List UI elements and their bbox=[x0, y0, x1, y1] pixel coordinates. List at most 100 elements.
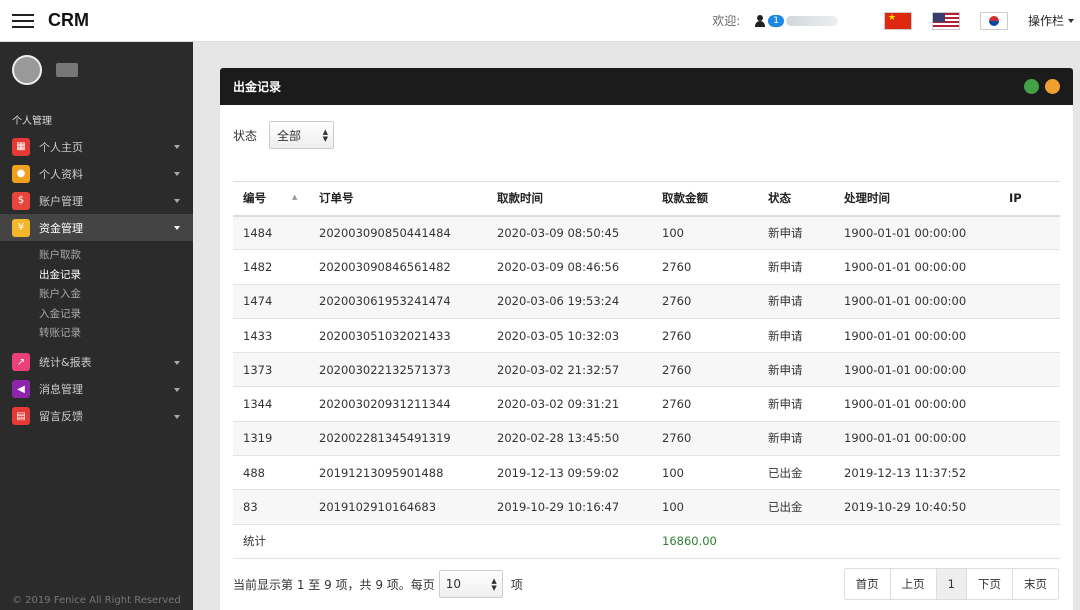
page-size-select[interactable]: 10 ▲ ▼ bbox=[438, 570, 503, 598]
table-cell bbox=[999, 318, 1060, 354]
table-row: 1474 202003061953241474 2020-03-06 19:53:2… bbox=[233, 284, 1060, 319]
table-cell: 202003022132571373 bbox=[309, 352, 487, 388]
table-cell: 100 bbox=[652, 489, 758, 525]
panel-header: 出金记录 bbox=[220, 68, 1073, 105]
page-size-unit: 项 bbox=[510, 577, 523, 592]
sidebar-item-funds[interactable]: ¥ 资金管理 bbox=[0, 214, 193, 241]
chevron-down-icon bbox=[174, 145, 180, 149]
table-cell bbox=[999, 215, 1060, 251]
table-cell: 202003090850441484 bbox=[309, 215, 487, 251]
sidebar-footer: © 2019 Fenice All Right Reserved bbox=[12, 595, 181, 606]
sidebar-item-label: 个人主页 bbox=[39, 140, 83, 154]
flag-cn-icon[interactable] bbox=[883, 11, 912, 30]
records-table: 编号 ▲ 订单号 取款时间 取款金额 状态 处理时间 IP 1484 2020030… bbox=[233, 181, 1060, 559]
table-cell: 2020-03-02 21:32:57 bbox=[487, 352, 652, 388]
table-cell: 2020-02-28 13:45:50 bbox=[487, 421, 652, 457]
table-cell: 2020-03-02 09:31:21 bbox=[487, 386, 652, 422]
records-table-body: 1484 202003090850441484 2020-03-09 08:50:4… bbox=[233, 215, 1060, 559]
table-cell bbox=[999, 489, 1060, 525]
table-cell: 1900-01-01 00:00:00 bbox=[834, 352, 999, 388]
table-cell: 488 bbox=[233, 455, 309, 491]
select-arrows-icon: ▲ ▼ bbox=[322, 128, 329, 143]
sidebar-section-title: 个人管理 bbox=[12, 116, 52, 127]
status-select[interactable]: 全部 ▲ ▼ bbox=[269, 121, 335, 149]
status-filter-label: 状态 bbox=[233, 128, 258, 143]
table-cell: 2760 bbox=[652, 249, 758, 285]
sort-icon[interactable]: ▲ bbox=[292, 193, 297, 201]
table-cell: 202003061953241474 bbox=[309, 284, 487, 319]
table-cell: 83 bbox=[233, 489, 309, 525]
table-cell: 新申请 bbox=[758, 386, 834, 422]
sidebar-item-account[interactable]: $ 账户管理 bbox=[0, 187, 193, 214]
col-status[interactable]: 状态 bbox=[758, 181, 834, 217]
pager-last[interactable]: 末页 bbox=[1013, 569, 1058, 599]
submenu-withdraw-records[interactable]: 出金记录 bbox=[39, 265, 193, 285]
submenu-withdraw[interactable]: 账户取款 bbox=[39, 245, 193, 265]
sidebar-item-label: 统计&报表 bbox=[39, 356, 92, 369]
submenu-transfer-records[interactable]: 转账记录 bbox=[39, 323, 193, 343]
col-process-time[interactable]: 处理时间 bbox=[834, 181, 999, 217]
table-cell bbox=[487, 524, 652, 559]
user-name bbox=[785, 15, 838, 26]
table-cell: 2020-03-05 10:32:03 bbox=[487, 318, 652, 354]
table-cell: 已出金 bbox=[758, 455, 834, 491]
table-cell: 2019-12-13 11:37:52 bbox=[834, 455, 999, 491]
table-cell: 新申请 bbox=[758, 284, 834, 319]
table-cell: 2019-10-29 10:40:50 bbox=[834, 489, 999, 525]
chevron-down-icon bbox=[174, 199, 180, 203]
table-cell: 1373 bbox=[233, 352, 309, 388]
col-order-no[interactable]: 订单号 bbox=[309, 181, 487, 217]
table-cell bbox=[999, 249, 1060, 285]
table-cell: 1344 bbox=[233, 386, 309, 422]
table-cell: 2020-03-09 08:46:56 bbox=[487, 249, 652, 285]
table-cell: 新申请 bbox=[758, 352, 834, 388]
flag-kr-icon[interactable] bbox=[979, 11, 1008, 30]
user-icon bbox=[754, 14, 766, 27]
sidebar-item-label: 个人资料 bbox=[39, 167, 83, 181]
select-arrows-icon: ▲ ▼ bbox=[491, 577, 497, 592]
table-row: 1482 202003090846561482 2020-03-09 08:46:5… bbox=[233, 249, 1060, 285]
funds-submenu: 账户取款 出金记录 账户入金 入金记录 转账记录 bbox=[0, 241, 193, 349]
table-cell: 202003051032021433 bbox=[309, 318, 487, 354]
ops-menu[interactable]: 操作栏 bbox=[1028, 12, 1074, 29]
col-ip[interactable]: IP bbox=[999, 181, 1060, 217]
col-id[interactable]: 编号 ▲ bbox=[233, 181, 309, 217]
sidebar-item-messages[interactable]: ◀ 消息管理 bbox=[0, 376, 193, 403]
table-cell bbox=[309, 524, 487, 559]
menu-icon[interactable] bbox=[12, 13, 34, 28]
table-cell: 2760 bbox=[652, 421, 758, 457]
sidebar-item-feedback[interactable]: ▤ 留言反馈 bbox=[0, 403, 193, 430]
flag-us-icon[interactable] bbox=[931, 11, 960, 30]
table-cell: 1319 bbox=[233, 421, 309, 457]
table-cell: 202002281345491319 bbox=[309, 421, 487, 457]
pager-next[interactable]: 下页 bbox=[967, 569, 1013, 599]
table-cell: 1484 bbox=[233, 215, 309, 251]
table-cell: 新申请 bbox=[758, 249, 834, 285]
pager-prev[interactable]: 上页 bbox=[891, 569, 937, 599]
table-cell: 202003090846561482 bbox=[309, 249, 487, 285]
sidebar-item-label: 账户管理 bbox=[39, 194, 83, 208]
status-filter: 状态 全部 ▲ ▼ bbox=[220, 105, 1073, 149]
collapse-icon[interactable] bbox=[1045, 79, 1060, 94]
table-row: 1373 202003022132571373 2020-03-02 21:32:5… bbox=[233, 352, 1060, 388]
submenu-deposit[interactable]: 账户入金 bbox=[39, 284, 193, 304]
table-cell: 1900-01-01 00:00:00 bbox=[834, 318, 999, 354]
sidebar-item-label: 消息管理 bbox=[39, 383, 83, 396]
table-cell: 1900-01-01 00:00:00 bbox=[834, 249, 999, 285]
table-cell bbox=[999, 386, 1060, 422]
table-cell bbox=[999, 421, 1060, 457]
submenu-deposit-records[interactable]: 入金记录 bbox=[39, 304, 193, 324]
table-cell: 2020-03-06 19:53:24 bbox=[487, 284, 652, 319]
col-withdraw-time[interactable]: 取款时间 bbox=[487, 181, 652, 217]
sidebar-item-reports[interactable]: ↗ 统计&报表 bbox=[0, 349, 193, 376]
avatar[interactable] bbox=[12, 55, 42, 85]
expand-icon[interactable] bbox=[1024, 79, 1039, 94]
pager-page-1[interactable]: 1 bbox=[936, 569, 967, 599]
sidebar-item-home[interactable]: ▦ 个人主页 bbox=[0, 133, 193, 160]
table-row: 1344 202003020931211344 2020-03-02 09:31:2… bbox=[233, 386, 1060, 422]
pager-first[interactable]: 首页 bbox=[845, 569, 891, 599]
brand-logo: CRM bbox=[48, 10, 89, 30]
col-amount[interactable]: 取款金额 bbox=[652, 181, 758, 217]
table-cell: 2760 bbox=[652, 318, 758, 354]
sidebar-item-profile[interactable]: ● 个人资料 bbox=[0, 160, 193, 187]
